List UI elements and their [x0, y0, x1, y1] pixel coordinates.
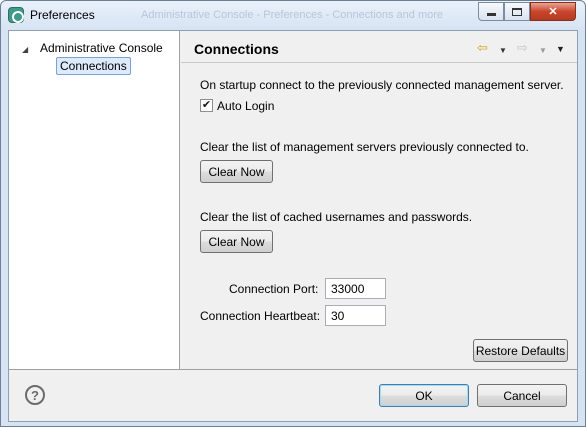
- arrow-left-icon[interactable]: ⇦: [477, 41, 488, 54]
- window-title: Preferences: [30, 8, 95, 22]
- maximize-icon: [512, 7, 522, 16]
- page-title: Connections: [194, 41, 279, 57]
- panel-header: Connections ⇦ ▼ ⇨ ▼ ▼: [181, 31, 577, 63]
- tree-expand-icon[interactable]: ◢: [22, 45, 28, 54]
- tree-item-administrative-console[interactable]: Administrative Console: [40, 41, 163, 55]
- clear-credentials-button[interactable]: Clear Now: [200, 230, 273, 253]
- help-icon[interactable]: ?: [25, 385, 45, 405]
- cancel-button[interactable]: Cancel: [477, 384, 567, 407]
- restore-defaults-button[interactable]: Restore Defaults: [473, 339, 568, 362]
- connection-heartbeat-field[interactable]: 30: [325, 305, 386, 326]
- maximize-button[interactable]: [504, 2, 530, 21]
- checkmark-icon: ✔: [201, 99, 212, 111]
- forward-dropdown-icon[interactable]: ▼: [539, 44, 547, 57]
- auto-login-checkbox[interactable]: ✔: [200, 99, 213, 112]
- auto-login-label[interactable]: Auto Login: [217, 99, 274, 113]
- close-button[interactable]: ✕: [530, 2, 576, 21]
- minimize-icon: [486, 13, 496, 16]
- close-icon: ✕: [548, 6, 558, 18]
- clear-servers-button[interactable]: Clear Now: [200, 160, 273, 183]
- dialog-client-area: ◢ Administrative Console Connections Con…: [8, 30, 578, 422]
- arrow-right-icon[interactable]: ⇨: [517, 41, 528, 54]
- startup-description: On startup connect to the previously con…: [200, 78, 564, 92]
- back-dropdown-icon[interactable]: ▼: [499, 44, 507, 57]
- connection-port-field[interactable]: 33000: [325, 278, 386, 299]
- app-icon: [8, 7, 24, 23]
- clear-credentials-description: Clear the list of cached usernames and p…: [200, 210, 473, 224]
- preferences-window: Preferences Administrative Console - Pre…: [0, 0, 586, 427]
- connections-panel: Connections ⇦ ▼ ⇨ ▼ ▼ On startup connect…: [181, 31, 577, 369]
- dialog-footer: ? OK Cancel: [9, 369, 577, 421]
- clear-servers-description: Clear the list of management servers pre…: [200, 140, 529, 154]
- preferences-tree: ◢ Administrative Console Connections: [9, 31, 180, 369]
- title-bar[interactable]: Preferences Administrative Console - Pre…: [1, 1, 585, 29]
- connection-port-label: Connection Port:: [229, 282, 319, 296]
- tree-item-connections[interactable]: Connections: [56, 57, 131, 75]
- minimize-button[interactable]: [478, 2, 504, 21]
- background-window-title: Administrative Console - Preferences - C…: [141, 9, 444, 21]
- view-menu-icon[interactable]: ▼: [556, 43, 565, 56]
- ok-button[interactable]: OK: [379, 384, 469, 407]
- connection-heartbeat-label: Connection Heartbeat:: [200, 309, 321, 323]
